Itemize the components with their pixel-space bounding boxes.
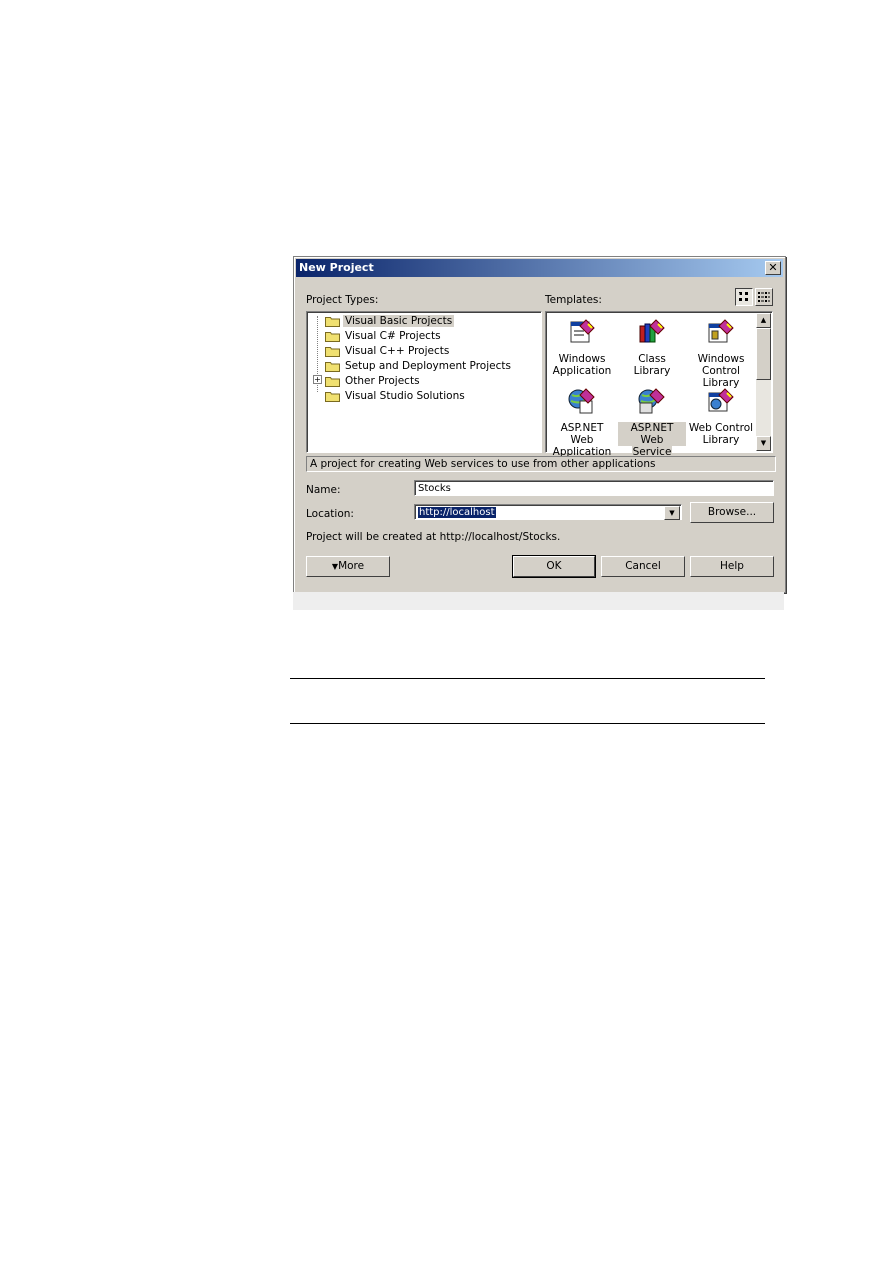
folder-icon bbox=[325, 361, 340, 372]
templates-scrollbar[interactable]: ▲ ▼ bbox=[756, 313, 771, 451]
tree-item-visual-basic-projects[interactable]: Visual Basic Projects bbox=[325, 315, 455, 329]
more-button[interactable]: ▼More bbox=[306, 556, 390, 577]
tree-item-visual-studio-solutions[interactable]: Visual Studio Solutions bbox=[325, 390, 467, 404]
tree-item-setup-deployment-projects[interactable]: Setup and Deployment Projects bbox=[325, 360, 513, 374]
small-icons-view-button[interactable] bbox=[755, 288, 773, 306]
tree-item-label: Other Projects bbox=[345, 375, 420, 387]
windows-control-library-icon bbox=[708, 319, 734, 343]
class-library-icon bbox=[639, 319, 665, 343]
title-bar[interactable]: New Project ✕ bbox=[296, 259, 783, 277]
project-types-tree[interactable]: + Visual Basic Projects Visual C# Projec… bbox=[306, 311, 542, 453]
tree-item-other-projects[interactable]: Other Projects bbox=[325, 375, 422, 389]
scroll-up-button[interactable]: ▲ bbox=[756, 313, 771, 328]
templates-list[interactable]: Windows Application Class Library Window… bbox=[545, 311, 773, 458]
tree-item-label: Setup and Deployment Projects bbox=[345, 360, 511, 372]
large-icons-view-icon bbox=[739, 292, 748, 301]
template-label: ASP.NET Web bbox=[560, 422, 604, 446]
template-label: Library bbox=[702, 434, 740, 446]
tree-item-label: Visual Studio Solutions bbox=[345, 390, 465, 402]
list-view-icon bbox=[758, 292, 770, 302]
tree-item-label: Visual C++ Projects bbox=[345, 345, 450, 357]
new-project-dialog: New Project ✕ Project Types: Templates: … bbox=[293, 256, 786, 593]
project-types-label: Project Types: bbox=[306, 294, 379, 306]
template-label: Windows bbox=[558, 353, 606, 365]
template-label: Web Control bbox=[688, 422, 754, 434]
tree-item-visual-csharp-projects[interactable]: Visual C# Projects bbox=[325, 330, 443, 344]
template-class-library[interactable]: Class Library bbox=[618, 316, 686, 377]
name-label: Name: bbox=[306, 484, 341, 496]
name-field[interactable]: Stocks bbox=[414, 480, 774, 496]
expand-icon[interactable]: + bbox=[313, 375, 322, 384]
scroll-down-button[interactable]: ▼ bbox=[756, 436, 771, 451]
scroll-thumb[interactable] bbox=[756, 328, 771, 380]
location-combobox[interactable]: http://localhost ▼ bbox=[414, 504, 682, 520]
arrow-up-icon: ▲ bbox=[760, 316, 767, 324]
rule-top bbox=[290, 678, 765, 679]
close-icon: ✕ bbox=[768, 261, 778, 274]
folder-icon bbox=[325, 316, 340, 327]
arrow-down-icon: ▼ bbox=[760, 439, 767, 447]
tree-item-visual-cpp-projects[interactable]: Visual C++ Projects bbox=[325, 345, 451, 359]
template-web-control-library[interactable]: Web Control Library bbox=[687, 385, 755, 446]
windows-application-icon bbox=[570, 319, 595, 343]
close-button[interactable]: ✕ bbox=[765, 261, 781, 275]
large-icons-view-button[interactable] bbox=[735, 288, 753, 306]
folder-icon bbox=[325, 331, 340, 342]
folder-icon bbox=[325, 346, 340, 357]
template-description: A project for creating Web services to u… bbox=[306, 456, 776, 472]
figure-margin bbox=[293, 592, 784, 610]
location-label: Location: bbox=[306, 508, 354, 520]
location-dropdown-button[interactable]: ▼ bbox=[664, 506, 680, 520]
help-button[interactable]: Help bbox=[690, 556, 774, 577]
template-aspnet-web-service[interactable]: ASP.NET Web Service bbox=[618, 385, 686, 458]
folder-icon bbox=[325, 376, 340, 387]
rule-bottom bbox=[290, 723, 765, 724]
folder-icon bbox=[325, 391, 340, 402]
aspnet-web-service-icon bbox=[638, 388, 665, 414]
template-label: Application bbox=[552, 365, 612, 377]
template-label: Windows bbox=[697, 353, 745, 365]
project-location-info: Project will be created at http://localh… bbox=[306, 531, 561, 543]
template-label: ASP.NET Web bbox=[618, 422, 686, 446]
location-value: http://localhost bbox=[418, 507, 496, 518]
tree-item-label: Visual C# Projects bbox=[345, 330, 441, 342]
cancel-button[interactable]: Cancel bbox=[601, 556, 685, 577]
template-windows-control-library[interactable]: Windows Control Library bbox=[687, 316, 755, 389]
more-label: More bbox=[338, 560, 365, 572]
dialog-title: New Project bbox=[299, 261, 374, 274]
ok-button[interactable]: OK bbox=[512, 555, 596, 578]
template-aspnet-web-application[interactable]: ASP.NET Web Application bbox=[548, 385, 616, 458]
templates-label: Templates: bbox=[545, 294, 602, 306]
browse-button[interactable]: Browse... bbox=[690, 502, 774, 523]
template-windows-application[interactable]: Windows Application bbox=[548, 316, 616, 377]
aspnet-web-application-icon bbox=[568, 388, 595, 414]
name-value: Stocks bbox=[418, 483, 451, 494]
tree-item-label: Visual Basic Projects bbox=[343, 315, 455, 327]
web-control-library-icon bbox=[708, 388, 734, 412]
chevron-down-icon: ▼ bbox=[669, 509, 675, 517]
template-label: Class Library bbox=[633, 353, 671, 377]
